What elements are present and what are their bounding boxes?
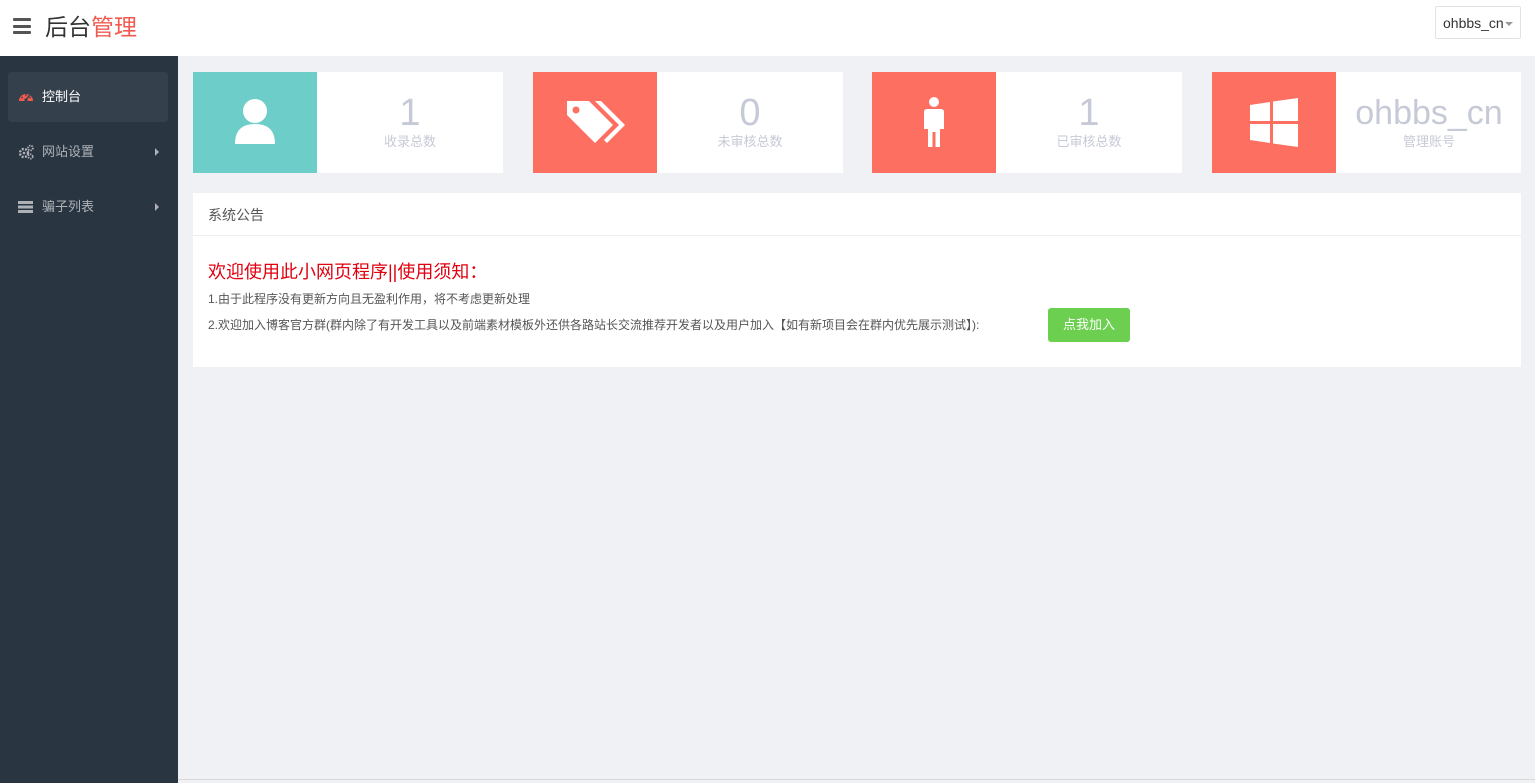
- stat-caption: 收录总数: [383, 134, 436, 149]
- user-dropdown[interactable]: ohbbs_cn: [1435, 6, 1521, 39]
- caret-down-icon: [1505, 22, 1513, 26]
- notice-heading: 欢迎使用此小网页程序||使用须知：: [208, 262, 488, 282]
- stat-value: 1: [1078, 92, 1100, 134]
- notice-line-2: 2.欢迎加入博客官方群(群内除了有开发工具以及前端素材模板外还供各路站长交流推荐…: [208, 318, 980, 332]
- stat-value: 0: [739, 92, 761, 134]
- stat-icon-box: [193, 72, 317, 173]
- gears-icon: [18, 144, 34, 160]
- top-bar: 后台管理 ohbbs_cn: [0, 0, 1535, 56]
- sidebar: 控制台 网站设置 骗子列表: [0, 56, 178, 783]
- stat-card-admin-account: ohbbs_cn 管理账号: [1212, 72, 1521, 173]
- stat-icon-box: [1212, 72, 1336, 173]
- chevron-right-icon: [155, 148, 159, 156]
- stat-icon-box: [533, 72, 657, 173]
- stat-icon-box: [872, 72, 996, 173]
- join-group-button[interactable]: 点我加入: [1048, 308, 1130, 342]
- brand-title-main: 后台: [45, 14, 91, 40]
- stat-card-reviewed: 1 已审核总数: [872, 72, 1182, 173]
- stat-caption: 未审核总数: [717, 134, 783, 149]
- sidebar-item-label: 网站设置: [42, 144, 95, 159]
- panel-title: 系统公告: [208, 207, 264, 223]
- chevron-right-icon: [155, 203, 159, 211]
- stat-value: ohbbs_cn: [1355, 94, 1503, 132]
- brand-title: 后台管理: [45, 13, 137, 41]
- list-icon: [18, 201, 33, 213]
- brand-title-accent: 管理: [91, 14, 137, 40]
- bottom-divider: [178, 779, 1535, 780]
- stat-caption: 管理账号: [1402, 134, 1455, 149]
- sidebar-item-site-settings[interactable]: 网站设置: [8, 127, 168, 177]
- windows-icon: [1250, 98, 1298, 147]
- menu-toggle-icon[interactable]: [13, 18, 31, 34]
- announcement-panel: 系统公告 欢迎使用此小网页程序||使用须知： 1.由于此程序没有更新方向且无盈利…: [193, 193, 1521, 367]
- sidebar-item-label: 控制台: [42, 89, 82, 104]
- stat-card-total: 1 收录总数: [193, 72, 503, 173]
- sidebar-item-label: 骗子列表: [42, 199, 95, 214]
- notice-line-1: 1.由于此程序没有更新方向且无盈利作用，将不考虑更新处理: [208, 292, 531, 306]
- sidebar-item-scammer-list[interactable]: 骗子列表: [8, 182, 168, 232]
- male-icon: [924, 97, 944, 147]
- stat-value: 1: [399, 92, 421, 134]
- sidebar-item-dashboard[interactable]: 控制台: [8, 72, 168, 122]
- tags-icon: [567, 101, 625, 143]
- dashboard-icon: [19, 94, 33, 102]
- panel-header: 系统公告: [193, 193, 1521, 236]
- user-icon: [235, 99, 275, 144]
- stat-card-unreviewed: 0 未审核总数: [533, 72, 843, 173]
- stat-caption: 已审核总数: [1056, 134, 1122, 149]
- user-dropdown-label: ohbbs_cn: [1443, 15, 1504, 31]
